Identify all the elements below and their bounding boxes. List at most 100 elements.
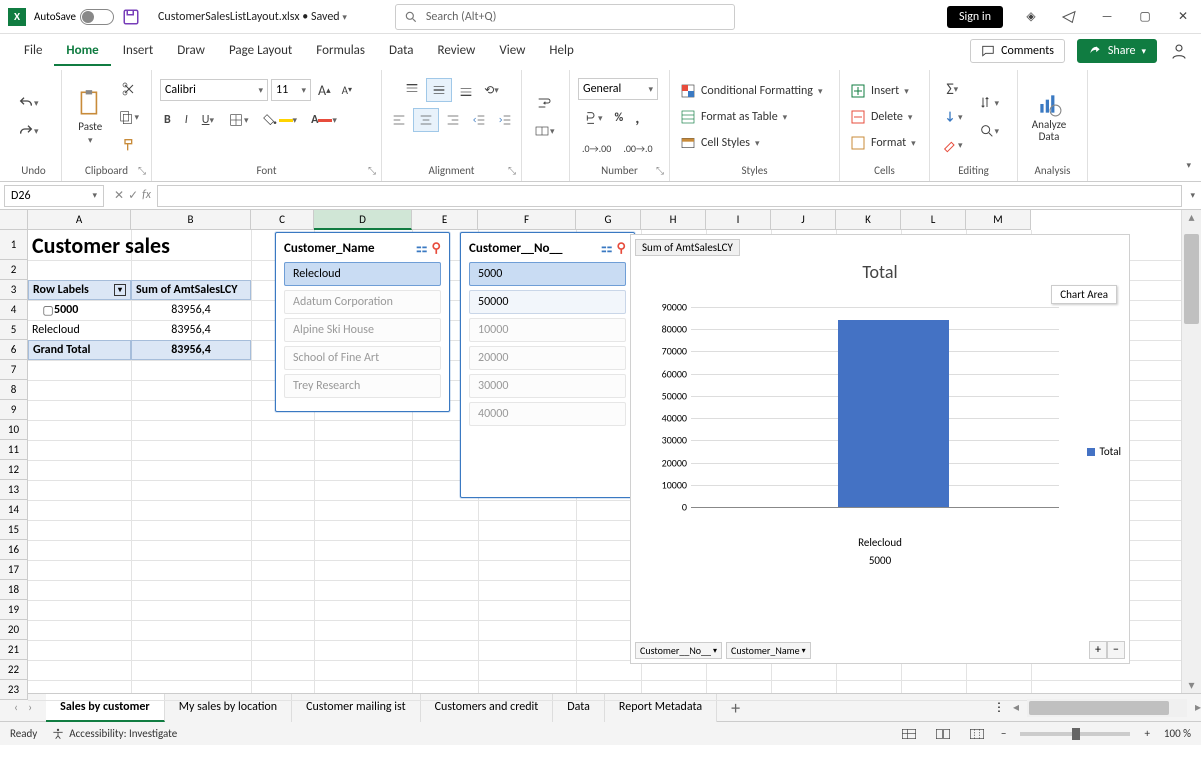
chart-filter-button[interactable]: Customer_Name ▾ [726, 642, 811, 659]
underline-button[interactable]: U▾ [198, 108, 218, 132]
slicer-customer-name[interactable]: Customer_Name ⚏ ⚲ RelecloudAdatum Corpor… [275, 232, 450, 412]
increase-font-button[interactable]: A▴ [314, 78, 335, 102]
column-header-L[interactable]: L [901, 210, 966, 230]
cell[interactable]: Customer sales [28, 230, 251, 260]
sheet-tabs-menu-button[interactable]: ⋮ [985, 700, 1013, 715]
row-header-1[interactable]: 1 [0, 230, 28, 260]
column-header-F[interactable]: F [478, 210, 576, 230]
conditional-formatting-button[interactable]: Conditional Formatting▾ [678, 81, 824, 101]
vertical-scrollbar[interactable]: ▴ ▾ [1181, 210, 1201, 693]
scroll-up-icon[interactable]: ▴ [1182, 210, 1201, 225]
search-input[interactable]: Search (Alt+Q) [395, 4, 735, 30]
chart-expand-button[interactable]: + [1089, 641, 1107, 659]
scrollbar-thumb[interactable] [1184, 234, 1199, 324]
comments-button[interactable]: Comments [970, 39, 1065, 63]
zoom-level[interactable]: 100 % [1164, 727, 1191, 740]
cancel-formula-icon[interactable]: ✕ [114, 188, 124, 203]
page-break-view-button[interactable] [967, 725, 987, 743]
slicer-item[interactable]: School of Fine Art [284, 346, 441, 370]
close-button[interactable]: ✕ [1173, 7, 1193, 27]
delete-cells-button[interactable]: Delete▾ [848, 107, 914, 127]
row-header-17[interactable]: 17 [0, 560, 28, 580]
row-header-21[interactable]: 21 [0, 640, 28, 660]
minimize-button[interactable]: — [1097, 7, 1117, 27]
row-header-18[interactable]: 18 [0, 580, 28, 600]
italic-button[interactable]: I [181, 108, 192, 132]
find-select-button[interactable]: ▾ [975, 119, 1004, 143]
borders-button[interactable]: ▾ [224, 108, 253, 132]
formula-bar[interactable] [157, 185, 1182, 207]
row-header-7[interactable]: 7 [0, 360, 28, 380]
cell[interactable]: Row Labels▾ [28, 280, 131, 300]
column-header-M[interactable]: M [966, 210, 1031, 230]
font-color-button[interactable]: A▾ [307, 108, 341, 132]
row-header-15[interactable]: 15 [0, 520, 28, 540]
row-header-12[interactable]: 12 [0, 460, 28, 480]
undo-button[interactable]: ▾ [14, 91, 43, 115]
decrease-decimal-button[interactable]: .00→.0 [619, 136, 656, 160]
align-top-button[interactable] [400, 78, 424, 102]
percent-button[interactable]: % [611, 106, 628, 130]
menu-tab-insert[interactable]: Insert [111, 37, 166, 66]
share-button[interactable]: Share ▾ [1077, 39, 1157, 63]
cell[interactable]: 83956,4 [131, 320, 251, 340]
multiselect-icon[interactable]: ⚏ [601, 241, 613, 256]
sheet-tab[interactable]: My sales by location [165, 694, 292, 722]
spreadsheet-grid[interactable]: ABCDEFGHIJKLM 12345678910111213141516171… [0, 210, 1201, 693]
fill-color-button[interactable]: ▾ [259, 108, 302, 132]
align-left-button[interactable] [387, 108, 411, 132]
increase-indent-button[interactable] [493, 108, 517, 132]
fill-button[interactable]: ▾ [938, 105, 967, 129]
column-header-B[interactable]: B [131, 210, 251, 230]
menu-tab-draw[interactable]: Draw [165, 37, 217, 66]
align-center-button[interactable] [413, 108, 439, 132]
decrease-indent-button[interactable] [467, 108, 491, 132]
chart-collapse-button[interactable]: − [1107, 641, 1125, 659]
column-header-H[interactable]: H [641, 210, 706, 230]
name-box[interactable]: D26▾ [4, 185, 104, 207]
slicer-item[interactable]: 50000 [469, 290, 626, 314]
cell[interactable]: 83956,4 [131, 340, 251, 360]
hscroll-right-icon[interactable]: ▸ [1195, 700, 1201, 715]
sheet-tab[interactable]: Sales by customer [46, 694, 165, 722]
bold-button[interactable]: B [160, 108, 175, 132]
font-name-select[interactable]: Calibri▾ [160, 79, 268, 101]
column-header-E[interactable]: E [412, 210, 478, 230]
menu-tab-home[interactable]: Home [54, 37, 110, 66]
align-middle-button[interactable] [426, 78, 452, 102]
insert-cells-button[interactable]: Insert▾ [848, 81, 911, 101]
merge-button[interactable]: ▾ [530, 119, 559, 143]
column-header-C[interactable]: C [251, 210, 314, 230]
zoom-in-button[interactable]: + [1144, 727, 1149, 740]
row-header-22[interactable]: 22 [0, 660, 28, 680]
cell[interactable]: Grand Total [28, 340, 131, 360]
currency-button[interactable]: ▾ [578, 106, 607, 130]
slicer-item[interactable]: 20000 [469, 346, 626, 370]
chart-filter-button[interactable]: Customer__No__ ▾ [635, 642, 722, 659]
slicer-item[interactable]: Adatum Corporation [284, 290, 441, 314]
expand-formula-bar-button[interactable]: ▾ [1190, 190, 1195, 201]
toggle-icon[interactable] [80, 9, 114, 25]
collapse-ribbon-button[interactable]: ▾ [1182, 153, 1195, 177]
wrap-text-button[interactable] [532, 91, 556, 115]
column-header-G[interactable]: G [576, 210, 641, 230]
row-header-2[interactable]: 2 [0, 260, 28, 280]
column-header-J[interactable]: J [771, 210, 836, 230]
column-header-K[interactable]: K [836, 210, 901, 230]
menu-tab-view[interactable]: View [487, 37, 537, 66]
row-header-3[interactable]: 3 [0, 280, 28, 300]
slicer-item[interactable]: 10000 [469, 318, 626, 342]
row-header-9[interactable]: 9 [0, 400, 28, 420]
orientation-button[interactable]: ⟲▾ [480, 78, 503, 102]
paste-button[interactable]: Paste▾ [70, 88, 110, 146]
sort-filter-button[interactable]: ▾ [975, 91, 1004, 115]
clear-button[interactable]: ▾ [938, 133, 967, 157]
accessibility-status[interactable]: Accessibility: Investigate [51, 727, 177, 741]
slicer-item[interactable]: 5000 [469, 262, 626, 286]
align-right-button[interactable] [441, 108, 465, 132]
clipboard-launcher[interactable]: ⤡ [135, 163, 149, 177]
zoom-slider[interactable] [1020, 732, 1130, 736]
column-header-D[interactable]: D [314, 210, 412, 230]
autosave-toggle[interactable]: AutoSave [34, 9, 114, 25]
row-header-16[interactable]: 16 [0, 540, 28, 560]
